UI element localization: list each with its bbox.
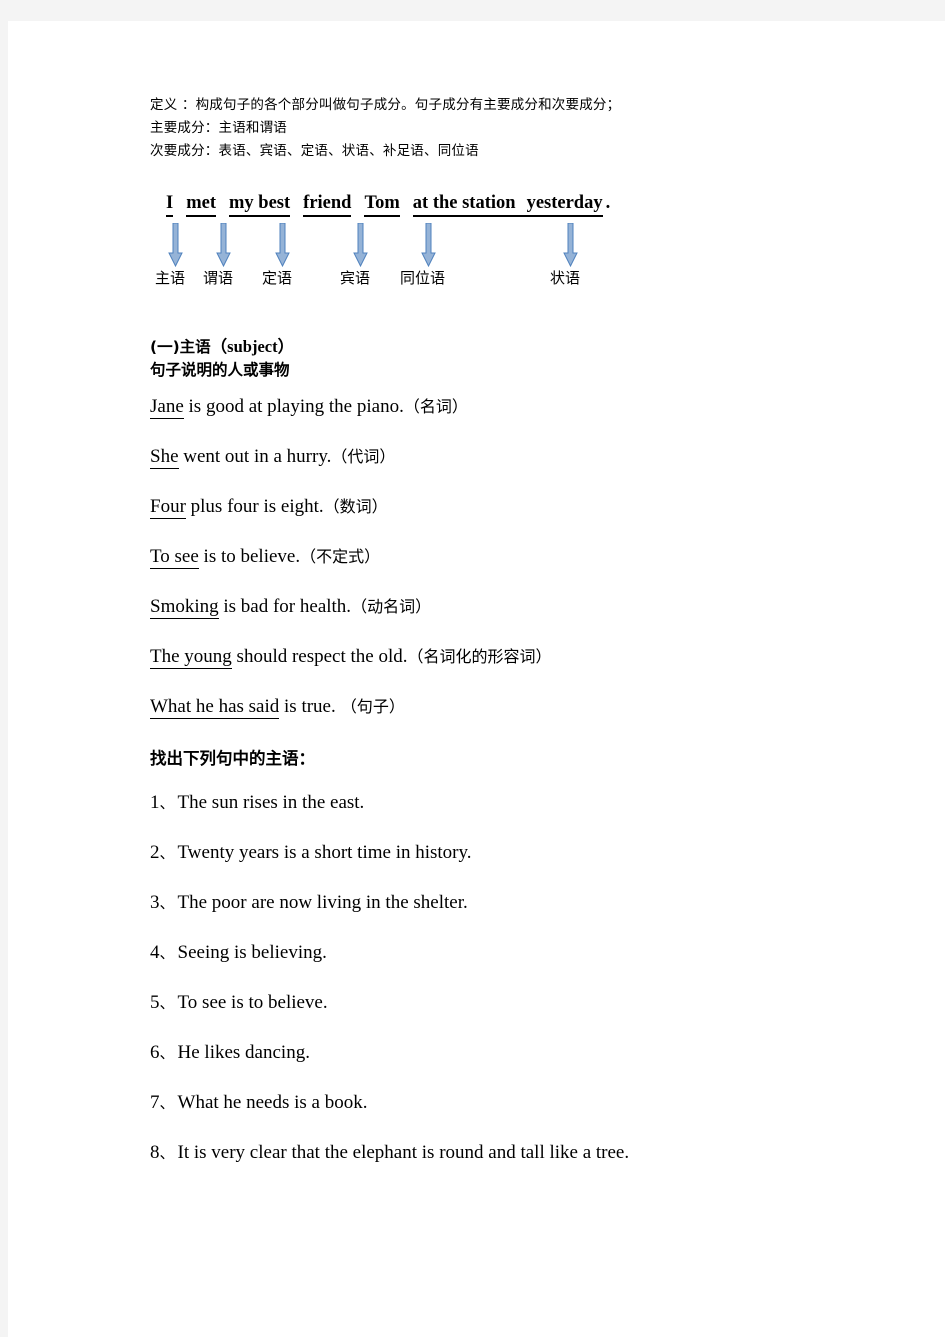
section-subtitle: 句子说明的人或事物: [150, 361, 290, 379]
example-pos: （名词化的形容词）: [407, 647, 552, 666]
example-rest: is good at playing the piano.: [183, 396, 404, 417]
exercise-text: Seeing is believing.: [177, 942, 327, 963]
example-pos: （数词）: [323, 497, 388, 516]
exercise-separator: 、: [159, 1044, 175, 1062]
label-predicate: 谓语: [203, 269, 234, 287]
sentence-segment-attributive: my best: [229, 193, 291, 217]
label-adverbial: 状语: [550, 269, 581, 287]
exercise-item: 5、 To see is to believe.: [150, 991, 850, 1015]
example-item: To see is to believe.（不定式）: [150, 545, 850, 569]
sentence-diagram: Imet my best friend Tom at the station yester…: [150, 193, 850, 315]
exercise-number: 3: [150, 892, 160, 913]
section-english-term: （subject）: [210, 337, 295, 356]
example-item: She went out in a hurry.（代词）: [150, 445, 850, 469]
exercise-item: 7、 What he needs is a book.: [150, 1091, 850, 1115]
example-rest: is to believe.: [198, 546, 301, 567]
example-rest: is bad for health.: [218, 596, 352, 617]
exercise-list: 1、 The sun rises in the east. 2、 Twenty ye…: [150, 791, 850, 1165]
exercise-item: 3、 The poor are now living in the shelter…: [150, 891, 850, 915]
exercise-number: 2: [150, 842, 160, 863]
section-number-title: (一)主语: [150, 338, 211, 356]
exercise-number: 4: [150, 942, 160, 963]
exercise-separator: 、: [159, 894, 175, 912]
label-object: 宾语: [340, 269, 371, 287]
sentence-period: .: [605, 193, 611, 213]
exercise-number: 1: [150, 792, 160, 813]
label-subject: 主语: [155, 269, 186, 287]
example-pos: （名词）: [403, 397, 468, 416]
section-title-line: (一)主语（subject）: [150, 335, 850, 359]
exercise-number: 6: [150, 1042, 160, 1063]
label-attributive: 定语: [262, 269, 293, 287]
exercise-heading: 找出下列句中的主语：: [150, 749, 315, 768]
label-appositive: 同位语: [400, 269, 446, 287]
document-page: 定义 ：构成句子的各个部分叫做句子成分。句子成分有主要成分和次要成分； 主要成分…: [8, 21, 945, 1337]
section-heading: (一)主语（subject） 句子说明的人或事物: [150, 335, 850, 382]
example-item: The young should respect the old.（名词化的形容…: [150, 645, 850, 669]
exercise-text: To see is to believe.: [177, 992, 328, 1013]
diagram-sentence: Imet my best friend Tom at the station yester…: [166, 193, 610, 217]
exercise-separator: 、: [159, 944, 175, 962]
example-item: Four plus four is eight.（数词）: [150, 495, 850, 519]
sentence-segment-adverbial: at the station yesterday: [412, 193, 603, 217]
exercise-separator: 、: [159, 1144, 175, 1162]
example-pos: （不定式）: [300, 547, 381, 566]
example-rest: is true.: [279, 696, 336, 717]
definition-line-3: 次要成分：表语、宾语、定语、状语、补足语、同位语: [150, 143, 479, 159]
example-subject: What he has said: [150, 696, 280, 719]
diagram-arrows: [150, 222, 850, 268]
example-subject: She: [150, 446, 179, 469]
example-list: Jane is good at playing the piano.（名词） S…: [150, 395, 850, 719]
down-arrow-icon-predicate: [216, 222, 231, 268]
exercise-text: The poor are now living in the shelter.: [177, 892, 468, 913]
example-item: Smoking is bad for health.（动名词）: [150, 595, 850, 619]
example-pos: （代词）: [331, 447, 396, 466]
document-content: 定义 ：构成句子的各个部分叫做句子成分。句子成分有主要成分和次要成分； 主要成分…: [150, 94, 850, 1191]
exercise-item: 6、 He likes dancing.: [150, 1041, 850, 1065]
example-subject: To see: [150, 546, 199, 569]
down-arrow-icon-subject: [168, 222, 183, 268]
example-rest: plus four is eight.: [185, 496, 324, 517]
exercise-number: 8: [150, 1142, 160, 1163]
down-arrow-icon-object: [353, 222, 368, 268]
sentence-segment-appositive: Tom: [364, 193, 400, 217]
example-pos: （句子）: [335, 697, 405, 716]
example-subject: Four: [150, 496, 186, 519]
down-arrow-icon-attributive: [275, 222, 290, 268]
exercise-item: 4、 Seeing is believing.: [150, 941, 850, 965]
exercise-text: What he needs is a book.: [177, 1092, 368, 1113]
exercise-separator: 、: [159, 1094, 175, 1112]
example-subject: Jane: [150, 396, 184, 419]
exercise-item: 2、 Twenty years is a short time in histor…: [150, 841, 850, 865]
definition-line-1: 定义 ：构成句子的各个部分叫做句子成分。句子成分有主要成分和次要成分；: [150, 97, 621, 113]
example-rest: went out in a hurry.: [178, 446, 332, 467]
example-rest: should respect the old.: [231, 646, 408, 667]
adverbial-time: yesterday: [526, 193, 603, 213]
sentence-segment-predicate: met: [186, 193, 216, 217]
definition-line-2: 主要成分：主语和谓语: [150, 120, 287, 136]
example-subject: Smoking: [150, 596, 219, 619]
diagram-labels: 主语 谓语 定语 宾语 同位语 状语: [150, 267, 850, 293]
adverbial-place: at the station: [412, 193, 516, 213]
definition-block: 定义 ：构成句子的各个部分叫做句子成分。句子成分有主要成分和次要成分； 主要成分…: [150, 94, 850, 163]
example-pos: （动名词）: [351, 597, 432, 616]
exercise-number: 5: [150, 992, 160, 1013]
example-item: Jane is good at playing the piano.（名词）: [150, 395, 850, 419]
example-item: What he has said is true. （句子）: [150, 695, 850, 719]
exercise-separator: 、: [159, 994, 175, 1012]
down-arrow-icon-appositive: [421, 222, 436, 268]
exercise-number: 7: [150, 1092, 160, 1113]
exercise-text: He likes dancing.: [177, 1042, 310, 1063]
exercise-separator: 、: [159, 794, 175, 812]
exercise-text: It is very clear that the elephant is ro…: [177, 1142, 630, 1163]
sentence-segment-object: friend: [303, 193, 352, 217]
exercise-text: Twenty years is a short time in history.: [177, 842, 472, 863]
down-arrow-icon-adverbial: [563, 222, 578, 268]
sentence-segment-subject: I: [166, 193, 174, 217]
exercise-separator: 、: [159, 844, 175, 862]
example-subject: The young: [150, 646, 232, 669]
exercise-item: 1、 The sun rises in the east.: [150, 791, 850, 815]
exercise-item: 8、 It is very clear that the elephant is …: [150, 1141, 850, 1165]
exercise-text: The sun rises in the east.: [177, 792, 365, 813]
